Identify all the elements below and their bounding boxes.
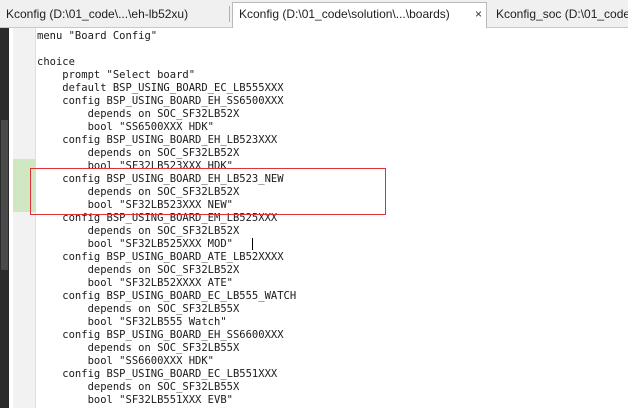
tab-label: Kconfig (D:\01_code\solution\...\boards) — [239, 7, 450, 21]
code-line: choice — [37, 56, 75, 68]
text-cursor — [252, 238, 253, 250]
code-line: prompt "Select board" — [37, 69, 196, 81]
close-icon[interactable]: × — [475, 7, 482, 21]
code-line: menu "Board Config" — [37, 30, 158, 42]
code-line: config BSP_USING_BOARD_EC_LB551XXX — [37, 368, 278, 380]
annotation-highlight-box — [30, 168, 386, 215]
code-editor[interactable]: menu "Board Config" choice prompt "Selec… — [37, 30, 628, 408]
code-line: bool "SS6500XXX HDK" — [37, 121, 215, 133]
code-line: bool "SF32LB551XXX EVB" — [37, 394, 233, 406]
code-line: bool "SF32LB555 Watch" — [37, 316, 227, 328]
tab-kconfig-eh-lb52xu[interactable]: Kconfig (D:\01_code\...\eh-lb52xu) — [0, 3, 226, 28]
code-line: config BSP_USING_BOARD_EH_LB523XXX — [37, 134, 278, 146]
code-line: depends on SOC_SF32LB55X — [37, 342, 240, 354]
left-panel-scrollbar[interactable] — [0, 28, 9, 408]
code-line: bool "SS6600XXX HDK" — [37, 355, 215, 367]
editor-gutter — [13, 28, 36, 408]
code-line: default BSP_USING_BOARD_EC_LB555XXX — [37, 82, 284, 94]
code-line: bool "SF32LB52XXXX ATE" — [37, 277, 233, 289]
code-line: config BSP_USING_BOARD_EH_SS6500XXX — [37, 95, 284, 107]
tab-bar: Kconfig (D:\01_code\...\eh-lb52xu) Kconf… — [0, 0, 628, 28]
code-line: bool "SF32LB525XXX MOD" — [37, 238, 233, 250]
code-line: config BSP_USING_BOARD_ATE_LB52XXXX — [37, 251, 284, 263]
tab-separator — [229, 6, 230, 22]
code-line: depends on SOC_SF32LB55X — [37, 303, 240, 315]
tab-label: Kconfig_soc (D:\01_code\... — [496, 7, 628, 21]
code-line: depends on SOC_SF32LB52X — [37, 264, 240, 276]
scrollbar-thumb[interactable] — [1, 120, 8, 270]
code-line: config BSP_USING_BOARD_EC_LB555_WATCH — [37, 290, 297, 302]
tab-kconfig-boards[interactable]: Kconfig (D:\01_code\solution\...\boards)… — [232, 2, 487, 28]
code-line: depends on SOC_SF32LB55X — [37, 381, 240, 393]
code-line: depends on SOC_SF32LB52X — [37, 147, 240, 159]
code-line: config BSP_USING_BOARD_EH_SS6600XXX — [37, 329, 284, 341]
code-line: depends on SOC_SF32LB52X — [37, 225, 240, 237]
tab-kconfig-soc[interactable]: Kconfig_soc (D:\01_code\... — [490, 3, 628, 28]
code-line: depends on SOC_SF32LB52X — [37, 108, 240, 120]
tab-label: Kconfig (D:\01_code\...\eh-lb52xu) — [6, 7, 189, 21]
